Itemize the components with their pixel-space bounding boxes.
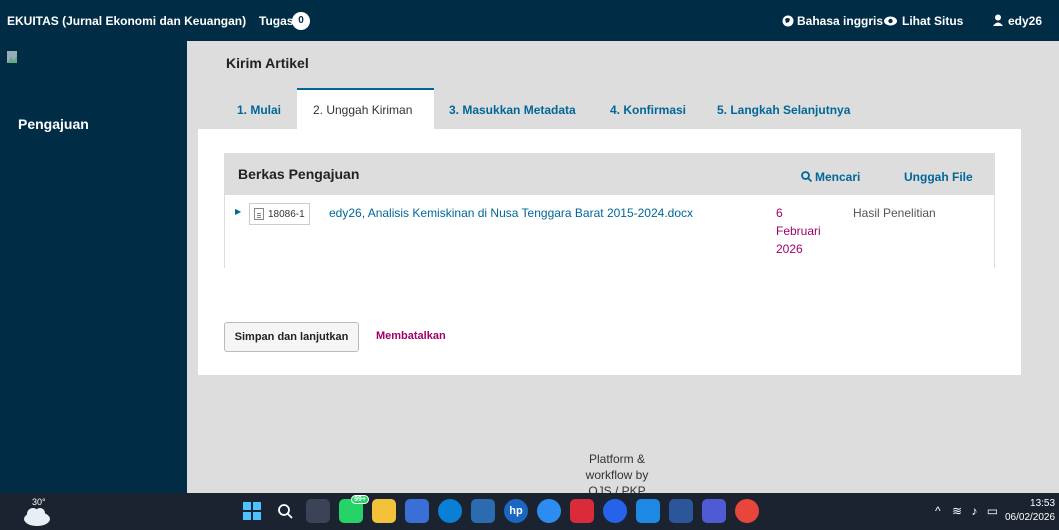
app-icon-3[interactable] <box>702 499 726 523</box>
mcafee-icon[interactable] <box>570 499 594 523</box>
submission-files-grid: Berkas Pengajuan Mencari Unggah File ▶ 1… <box>224 153 995 268</box>
app-icon[interactable] <box>537 499 561 523</box>
submission-panel: Berkas Pengajuan Mencari Unggah File ▶ 1… <box>198 129 1021 375</box>
tab-enter-metadata[interactable]: 3. Masukkan Metadata <box>449 103 576 117</box>
edge-icon[interactable] <box>438 499 462 523</box>
copilot-icon[interactable] <box>405 499 429 523</box>
user-menu[interactable]: edy26 <box>1008 14 1042 28</box>
footer-line-1: Platform & <box>588 452 645 466</box>
document-icon <box>254 208 264 220</box>
save-continue-button[interactable]: Simpan dan lanjutkan <box>224 322 359 352</box>
main-content: Kirim Artikel 1. Mulai 2. Unggah Kiriman… <box>187 41 1059 498</box>
eye-icon <box>884 16 897 26</box>
cancel-link[interactable]: Membatalkan <box>376 330 446 342</box>
volume-icon[interactable]: ♪ <box>971 504 977 518</box>
files-grid-header: Berkas Pengajuan Mencari Unggah File <box>225 154 994 195</box>
page-title: Kirim Artikel <box>226 55 309 71</box>
system-tray[interactable]: ^ ≋ ♪ ▭ <box>935 504 998 518</box>
wifi-icon[interactable]: ≋ <box>952 504 962 518</box>
chrome-icon[interactable] <box>735 499 759 523</box>
globe-icon <box>782 15 794 27</box>
file-explorer-icon[interactable] <box>372 499 396 523</box>
app-icon-2[interactable] <box>603 499 627 523</box>
expand-row-icon[interactable]: ▶ <box>235 207 241 216</box>
task-view-icon[interactable] <box>306 499 330 523</box>
clock-date: 06/02/2026 <box>1005 512 1056 523</box>
chevron-up-icon[interactable]: ^ <box>935 504 941 518</box>
clock-time: 13:53 <box>1030 498 1056 509</box>
search-icon <box>801 171 812 182</box>
file-name-link[interactable]: edy26, Analisis Kemiskinan di Nusa Tengg… <box>329 206 693 220</box>
search-taskbar-icon[interactable] <box>273 499 297 523</box>
whatsapp-icon[interactable]: 99+ <box>339 495 369 523</box>
temperature: 30° <box>32 497 46 507</box>
file-id: 18086-1 <box>268 208 305 220</box>
file-genre: Hasil Penelitian <box>853 206 936 220</box>
file-date-day: 6 <box>776 206 783 220</box>
tab-confirmation[interactable]: 4. Konfirmasi <box>610 103 686 117</box>
user-icon <box>993 14 1003 26</box>
tab-upload-submission[interactable]: 2. Unggah Kiriman <box>313 103 412 117</box>
pkp-footer[interactable]: Platform & workflow by OJS / PKP <box>572 451 662 499</box>
sidebar: Pengajuan <box>0 41 187 493</box>
tab-start[interactable]: 1. Mulai <box>237 103 281 117</box>
search-files-link[interactable]: Mencari <box>815 170 860 184</box>
view-site-link[interactable]: Lihat Situs <box>902 14 963 28</box>
chat-badge: 99+ <box>351 495 369 504</box>
tasks-count-badge[interactable]: 0 <box>292 12 310 30</box>
outlook-icon[interactable] <box>636 499 660 523</box>
footer-line-2: workflow by <box>585 468 649 482</box>
files-grid-title: Berkas Pengajuan <box>238 166 360 182</box>
file-date-month: Februari <box>776 224 821 238</box>
journal-name-link[interactable]: EKUITAS (Jurnal Ekonomi dan Keuangan) <box>7 14 246 28</box>
top-bar: EKUITAS (Jurnal Ekonomi dan Keuangan) Tu… <box>0 0 1059 41</box>
hp-icon[interactable]: hp <box>504 499 528 523</box>
battery-icon[interactable]: ▭ <box>987 504 998 518</box>
table-row: ▶ 18086-1 edy26, Analisis Kemiskinan di … <box>225 195 994 268</box>
taskbar-apps: 99+ hp <box>240 495 759 523</box>
weather-widget[interactable]: 30° <box>22 497 62 527</box>
word-icon[interactable] <box>669 499 693 523</box>
windows-taskbar: 30° 99+ hp ^ ≋ ♪ ▭ 13:53 06/02/2026 <box>0 493 1059 530</box>
file-date-year: 2026 <box>776 242 803 256</box>
upload-file-link[interactable]: Unggah File <box>904 170 973 184</box>
clock[interactable]: 13:53 06/02/2026 <box>1005 497 1055 525</box>
tasks-link[interactable]: Tugas <box>259 14 293 28</box>
tab-next-steps[interactable]: 5. Langkah Selanjutnya <box>717 103 850 117</box>
broken-image-icon <box>7 51 17 63</box>
language-menu[interactable]: Bahasa inggris <box>797 14 883 28</box>
file-id-badge: 18086-1 <box>249 203 310 225</box>
store-icon[interactable] <box>471 499 495 523</box>
sidebar-item-submissions[interactable]: Pengajuan <box>18 116 89 132</box>
start-icon[interactable] <box>240 499 264 523</box>
file-date: 6 Februari 2026 <box>776 204 836 258</box>
